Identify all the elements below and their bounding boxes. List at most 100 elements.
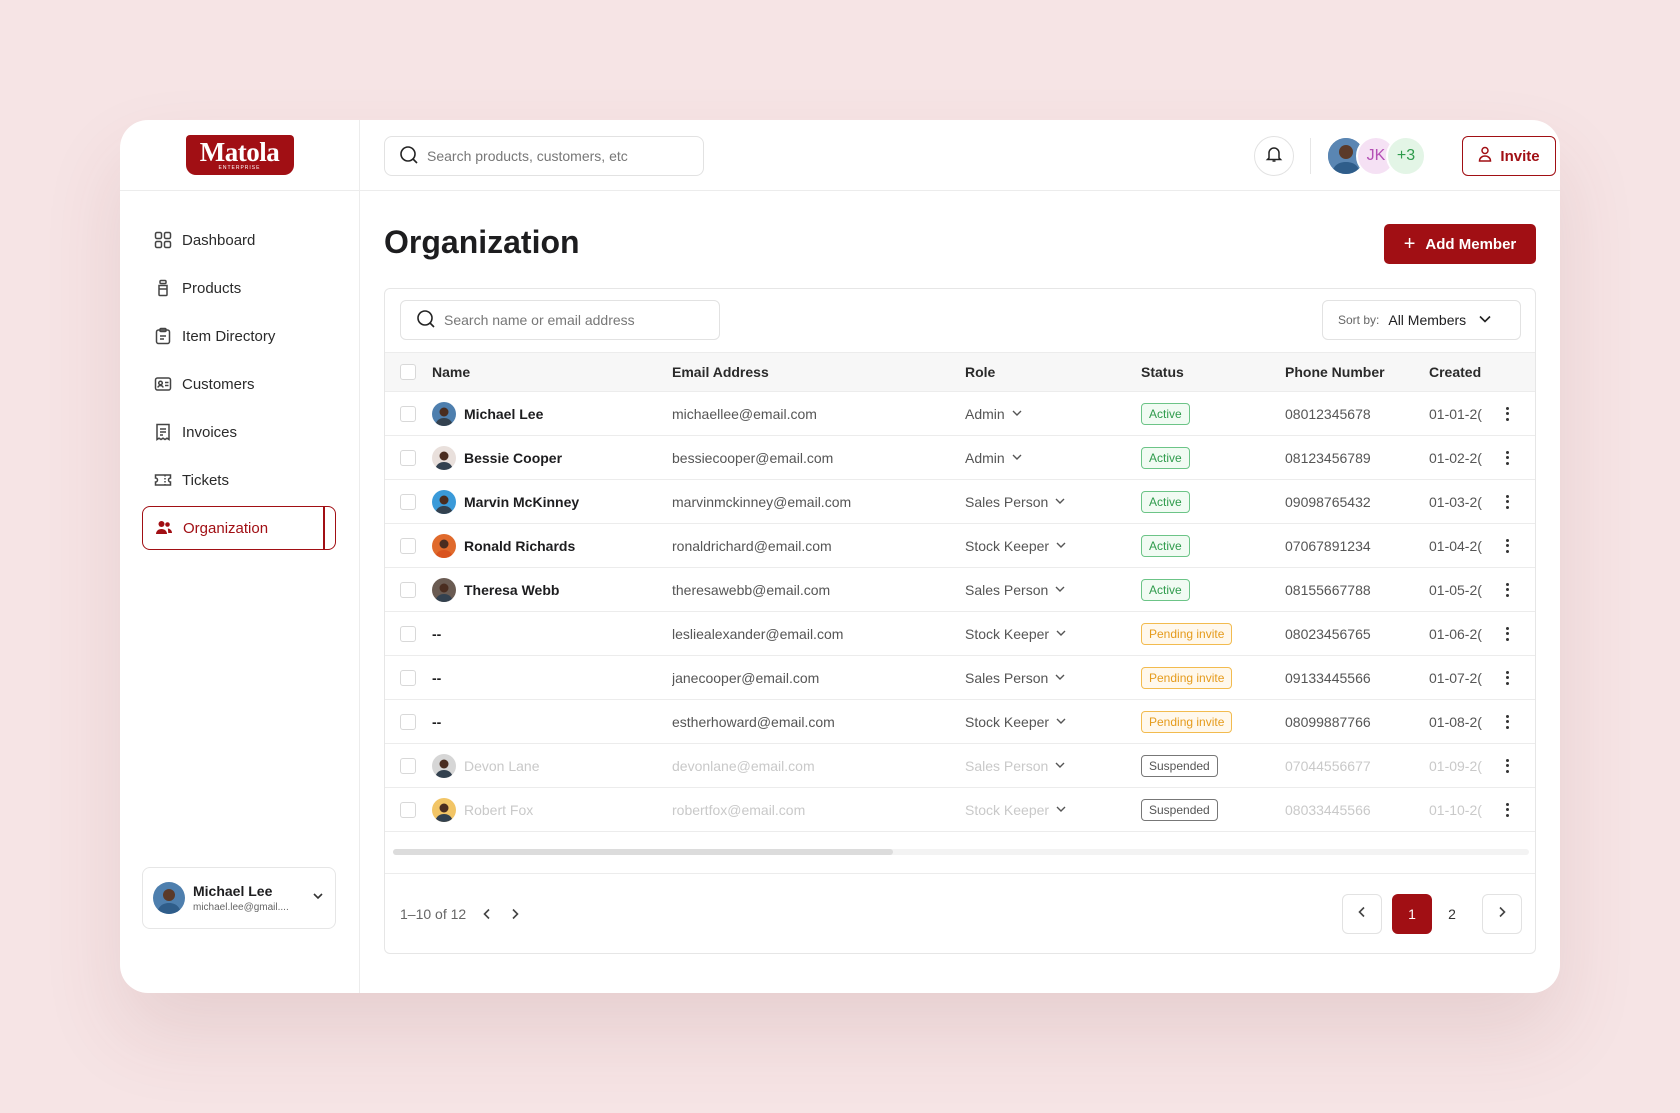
scrollbar-thumb[interactable] — [393, 849, 893, 855]
member-email: bessiecooper@email.com — [672, 449, 834, 466]
role-value: Admin — [965, 449, 1005, 466]
member-name: Robert Fox — [464, 801, 534, 818]
row-checkbox[interactable] — [400, 537, 416, 554]
table-row[interactable]: Marvin McKinney marvinmckinney@email.com… — [385, 480, 1535, 524]
page-1-button[interactable]: 1 — [1392, 894, 1432, 934]
sidebar-item-products[interactable]: Products — [142, 266, 336, 310]
row-checkbox[interactable] — [400, 625, 416, 642]
more-options-icon[interactable] — [1499, 744, 1515, 787]
role-dropdown[interactable]: Sales Person — [965, 656, 1066, 699]
add-member-button[interactable]: + Add Member — [1384, 224, 1536, 264]
header-name[interactable]: Name — [432, 353, 470, 391]
role-dropdown[interactable]: Sales Person — [965, 568, 1066, 611]
more-options-icon[interactable] — [1499, 612, 1515, 655]
table-row[interactable]: Robert Fox robertfox@email.com Stock Kee… — [385, 788, 1535, 832]
header-email[interactable]: Email Address — [672, 353, 769, 391]
role-dropdown[interactable]: Stock Keeper — [965, 524, 1067, 567]
search-placeholder: Search products, customers, etc — [427, 148, 628, 164]
member-created: 01-04-2( — [1429, 537, 1482, 554]
table-row[interactable]: -- janecooper@email.com Sales Person Pen… — [385, 656, 1535, 700]
chevron-left-icon — [1355, 905, 1369, 924]
table-row[interactable]: Ronald Richards ronaldrichard@email.com … — [385, 524, 1535, 568]
table-row[interactable]: -- lesliealexander@email.com Stock Keepe… — [385, 612, 1535, 656]
sidebar-item-label: Item Directory — [182, 327, 276, 345]
more-options-icon[interactable] — [1499, 480, 1515, 523]
brand-logo[interactable]: Matola ENTERPRISE — [185, 135, 294, 175]
role-dropdown[interactable]: Stock Keeper — [965, 788, 1067, 831]
more-options-icon[interactable] — [1499, 436, 1515, 479]
chevron-left-icon[interactable] — [480, 907, 494, 921]
sidebar-item-invoices[interactable]: Invoices — [142, 410, 336, 454]
member-name-cell: -- — [432, 612, 441, 655]
invite-button[interactable]: Invite — [1462, 136, 1556, 176]
global-search-input[interactable]: Search products, customers, etc — [384, 136, 704, 176]
member-phone: 08012345678 — [1285, 405, 1371, 422]
more-options-icon[interactable] — [1499, 524, 1515, 567]
pagination: 1 2 — [1342, 894, 1522, 934]
row-checkbox[interactable] — [400, 669, 416, 686]
row-checkbox[interactable] — [400, 713, 416, 730]
member-name: Ronald Richards — [464, 537, 576, 554]
status-cell: Active — [1141, 392, 1190, 435]
sort-dropdown[interactable]: Sort by: All Members — [1322, 300, 1521, 340]
team-avatar-stack[interactable]: JK +3 — [1326, 136, 1426, 176]
current-user-card[interactable]: Michael Lee michael.lee@gmail.... — [142, 867, 336, 929]
row-checkbox[interactable] — [400, 757, 416, 774]
more-options-icon[interactable] — [1499, 392, 1515, 435]
member-created: 01-02-2( — [1429, 449, 1482, 466]
sidebar-item-label: Products — [182, 279, 242, 297]
row-checkbox[interactable] — [400, 493, 416, 510]
prev-page-button[interactable] — [1342, 894, 1382, 934]
more-options-icon[interactable] — [1499, 656, 1515, 699]
row-checkbox-cell — [400, 568, 416, 611]
role-dropdown[interactable]: Sales Person — [965, 480, 1066, 523]
member-created: 01-07-2( — [1429, 669, 1482, 686]
more-options-icon[interactable] — [1499, 788, 1515, 831]
header-created[interactable]: Created — [1429, 353, 1499, 391]
member-name-cell: Devon Lane — [432, 744, 540, 787]
sidebar-item-customers[interactable]: Customers — [142, 362, 336, 406]
page-2-button[interactable]: 2 — [1432, 894, 1472, 934]
role-dropdown[interactable]: Sales Person — [965, 744, 1066, 787]
sidebar-item-organization[interactable]: Organization — [142, 506, 336, 550]
table-row[interactable]: Devon Lane devonlane@email.com Sales Per… — [385, 744, 1535, 788]
sidebar-item-item-directory[interactable]: Item Directory — [142, 314, 336, 358]
member-search-input[interactable]: Search name or email address — [400, 300, 720, 340]
row-checkbox[interactable] — [400, 405, 416, 422]
sidebar-item-tickets[interactable]: Tickets — [142, 458, 336, 502]
member-created: 01-10-2( — [1429, 801, 1482, 818]
notification-button[interactable] — [1254, 136, 1294, 176]
row-checkbox[interactable] — [400, 801, 416, 818]
table-row[interactable]: Michael Lee michaellee@email.com Admin A… — [385, 392, 1535, 436]
header-status[interactable]: Status — [1141, 353, 1184, 391]
member-created: 01-03-2( — [1429, 493, 1482, 510]
chevron-down-icon — [311, 889, 325, 908]
role-dropdown[interactable]: Admin — [965, 436, 1023, 479]
status-cell: Pending invite — [1141, 700, 1233, 743]
role-dropdown[interactable]: Stock Keeper — [965, 700, 1067, 743]
divider — [385, 873, 1535, 874]
row-checkbox[interactable] — [400, 449, 416, 466]
header-role[interactable]: Role — [965, 353, 995, 391]
header-phone[interactable]: Phone Number — [1285, 353, 1385, 391]
status-badge: Suspended — [1141, 798, 1218, 821]
select-all-checkbox[interactable] — [400, 364, 416, 380]
horizontal-scrollbar[interactable] — [393, 849, 1529, 855]
more-options-icon[interactable] — [1499, 700, 1515, 743]
member-name-cell: Michael Lee — [432, 392, 543, 435]
clipboard-icon — [154, 327, 172, 345]
chevron-right-icon[interactable] — [508, 907, 522, 921]
next-page-button[interactable] — [1482, 894, 1522, 934]
row-checkbox[interactable] — [400, 581, 416, 598]
member-name-cell: Marvin McKinney — [432, 480, 579, 523]
table-row[interactable]: Bessie Cooper bessiecooper@email.com Adm… — [385, 436, 1535, 480]
avatar — [432, 401, 456, 426]
user-email: michael.lee@gmail.... — [193, 902, 289, 913]
role-dropdown[interactable]: Admin — [965, 392, 1023, 435]
table-row[interactable]: -- estherhoward@email.com Stock Keeper P… — [385, 700, 1535, 744]
avatar — [432, 797, 456, 822]
sidebar-item-dashboard[interactable]: Dashboard — [142, 218, 336, 262]
role-dropdown[interactable]: Stock Keeper — [965, 612, 1067, 655]
table-row[interactable]: Theresa Webb theresawebb@email.com Sales… — [385, 568, 1535, 612]
more-options-icon[interactable] — [1499, 568, 1515, 611]
